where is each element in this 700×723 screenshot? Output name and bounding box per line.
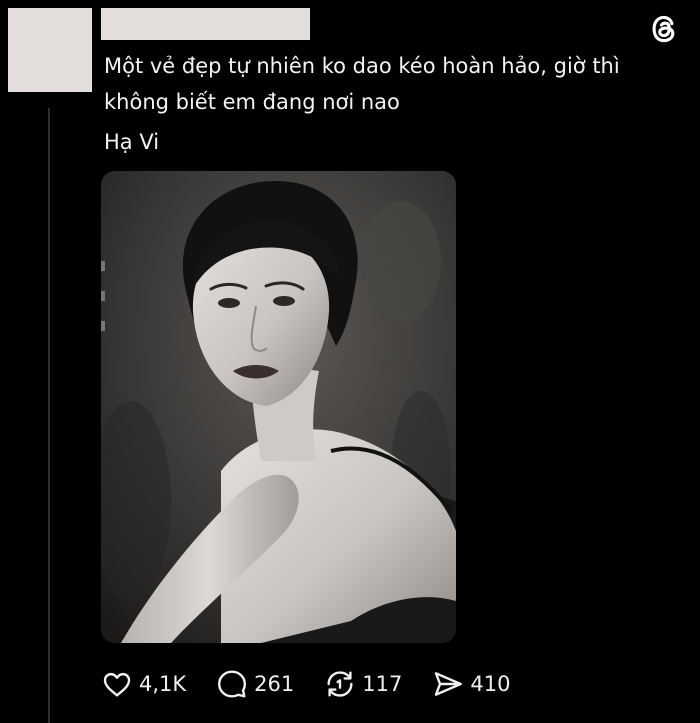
post-photo[interactable] (101, 171, 456, 643)
send-icon (435, 672, 463, 696)
post-actions-bar: 4,1K 261 117 410 (101, 666, 540, 702)
avatar-redacted[interactable] (8, 8, 92, 92)
post-caption: Một vẻ đẹp tự nhiên ko dao kéo hoàn hảo,… (104, 48, 684, 160)
share-button[interactable]: 410 (432, 668, 510, 700)
reply-count: 261 (254, 672, 295, 696)
reply-button[interactable]: 261 (216, 668, 294, 700)
share-count: 410 (470, 672, 511, 696)
threads-logo-icon[interactable] (647, 12, 681, 46)
repost-button[interactable]: 117 (324, 668, 402, 700)
speech-bubble-icon (218, 670, 247, 698)
caption-line-1: Một vẻ đẹp tự nhiên ko dao kéo hoàn hảo,… (104, 54, 620, 78)
like-count: 4,1K (139, 672, 187, 696)
heart-icon (103, 672, 131, 697)
caption-line-2: không biết em đang nơi nao (104, 90, 400, 114)
like-button[interactable]: 4,1K (101, 668, 186, 700)
repost-count: 117 (362, 672, 403, 696)
caption-name: Hạ Vi (104, 130, 160, 154)
repost-icon (327, 671, 353, 697)
username-redacted[interactable] (101, 8, 310, 40)
thread-connector-line (48, 108, 50, 723)
